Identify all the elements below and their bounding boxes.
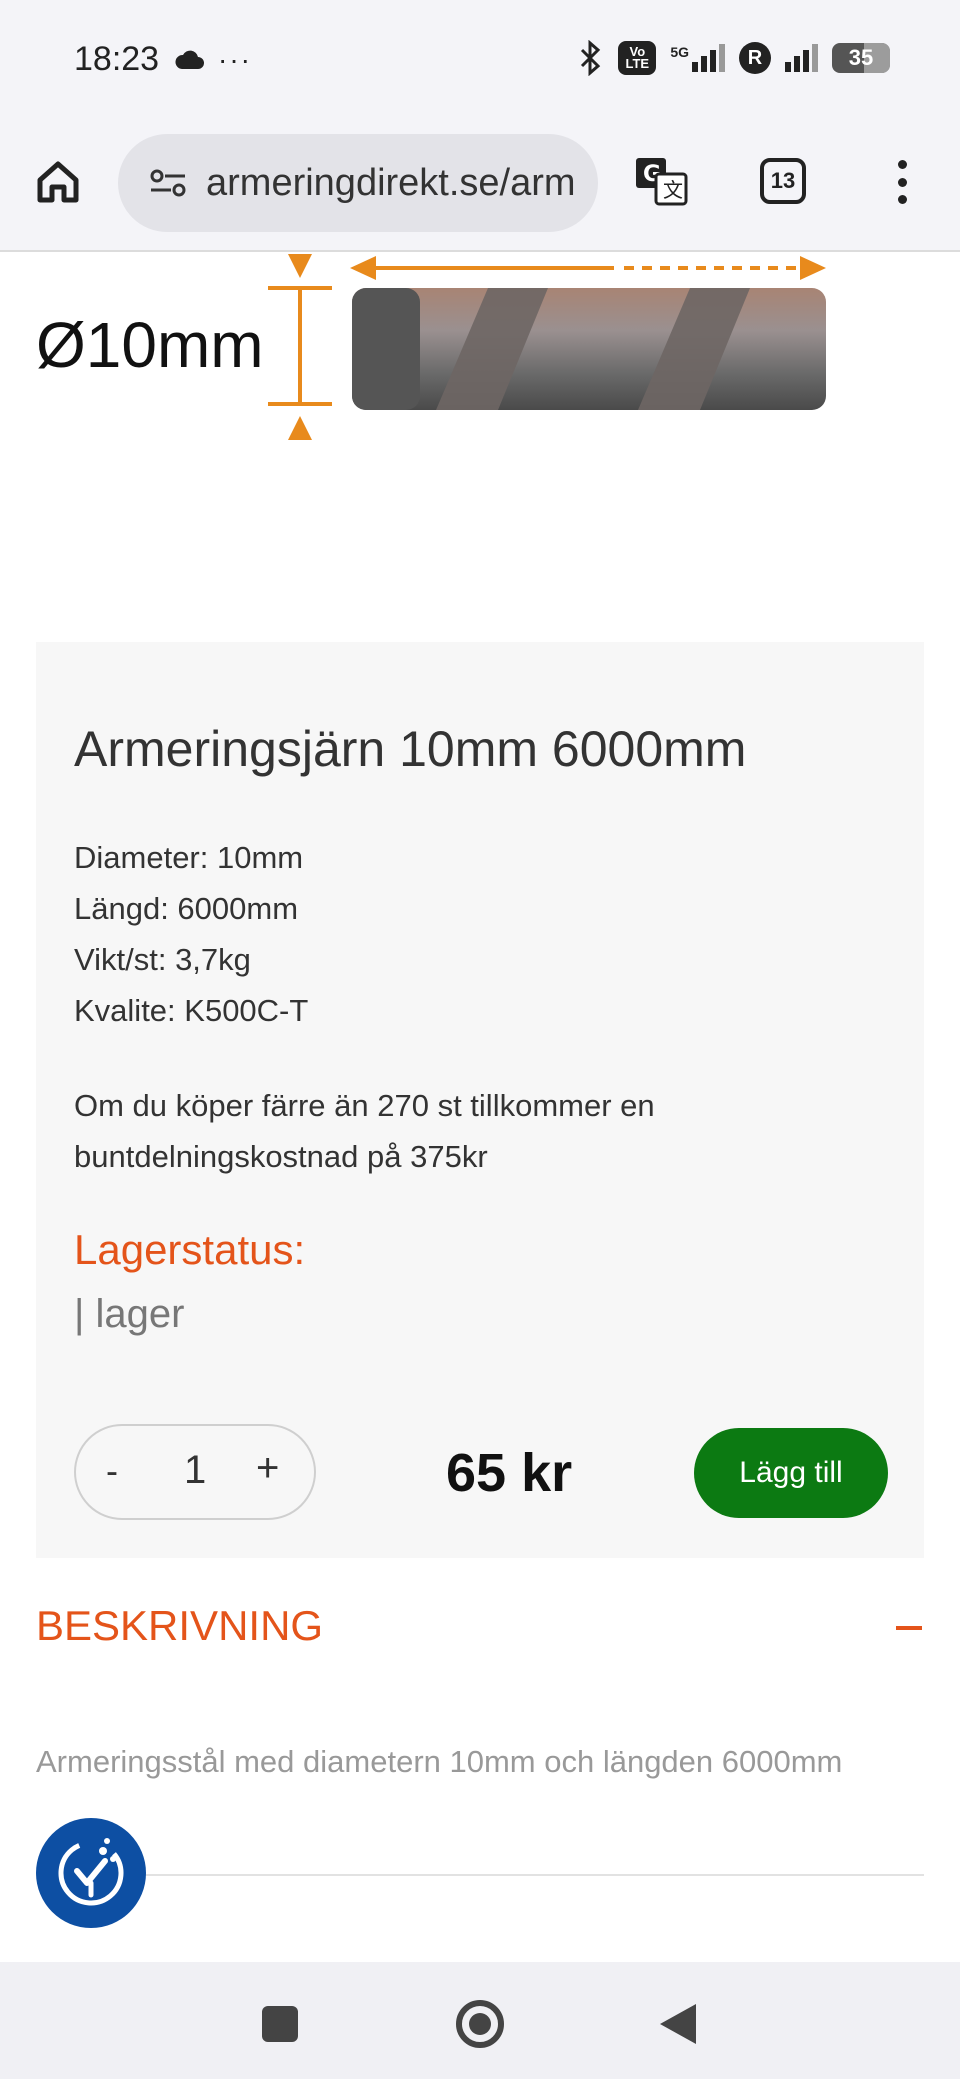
status-right-icons: Vo LTE 5G R 35 <box>578 40 890 76</box>
cookie-consent-icon <box>58 1838 124 1906</box>
product-specs: Diameter: 10mm Längd: 6000mm Vikt/st: 3,… <box>74 832 308 1036</box>
home-nav-button[interactable] <box>456 2000 504 2048</box>
network-type-label: 5G <box>670 44 689 60</box>
stock-label: Lagerstatus: <box>74 1226 306 1273</box>
translate-icon: G文 <box>636 158 688 206</box>
status-bar: 18:23 ··· Vo LTE 5G R 35 <box>0 0 960 122</box>
product-price: 65 kr <box>446 1443 573 1503</box>
tab-switcher-button[interactable]: 13 <box>760 158 806 204</box>
status-left-icons: ··· <box>174 44 252 76</box>
system-nav-bar <box>0 1962 960 2079</box>
divider <box>36 1874 924 1876</box>
signal-5g-icon: 5G <box>670 44 725 72</box>
bundle-note: Om du köper färre än 270 st tillkommer e… <box>74 1088 655 1174</box>
cookie-consent-button[interactable] <box>36 1818 146 1928</box>
spec-weight: Vikt/st: 3,7kg <box>74 942 251 977</box>
stock-value: | lager <box>74 1292 185 1336</box>
translate-button[interactable]: G文 <box>632 152 692 212</box>
diameter-label: Ø10mm <box>36 309 264 381</box>
home-button[interactable] <box>30 154 86 210</box>
bluetooth-icon <box>581 40 601 76</box>
back-button[interactable] <box>660 2004 696 2044</box>
spec-quality: Kvalite: K500C-T <box>74 993 309 1028</box>
volte-icon: Vo LTE <box>618 41 657 75</box>
site-settings-button[interactable] <box>148 163 188 203</box>
url-text[interactable]: armeringdirekt.se/arm <box>206 162 576 205</box>
description-text: Armeringsstål med diametern 10mm och län… <box>36 1744 843 1779</box>
address-bar[interactable]: armeringdirekt.se/arm <box>118 134 598 232</box>
roaming-icon: R <box>739 42 771 74</box>
battery-level: 35 <box>848 45 874 70</box>
quantity-increase-button[interactable]: + <box>256 1446 279 1491</box>
more-notifications-icon: ··· <box>218 44 252 75</box>
product-title: Armeringsjärn 10mm 6000mm <box>74 721 747 777</box>
svg-text:文: 文 <box>663 178 683 202</box>
collapse-icon[interactable] <box>896 1626 922 1630</box>
spec-length: Längd: 6000mm <box>74 891 299 926</box>
description-heading[interactable]: BESKRIVNING <box>36 1602 323 1650</box>
product-image: Ø10mm <box>0 252 960 452</box>
signal-icon <box>785 44 818 72</box>
battery-icon: 35 <box>832 43 890 73</box>
rebar-illustration <box>268 254 826 440</box>
quantity-stepper: - 1 + <box>74 1424 316 1520</box>
cloud-icon <box>175 50 204 69</box>
browser-toolbar: armeringdirekt.se/arm G文 13 <box>0 122 960 252</box>
add-to-cart-button[interactable]: Lägg till <box>694 1428 888 1518</box>
more-vert-icon[interactable] <box>884 152 920 212</box>
home-icon <box>37 161 79 203</box>
spec-diameter: Diameter: 10mm <box>74 840 304 875</box>
tune-icon <box>150 169 186 197</box>
product-card: Armeringsjärn 10mm 6000mm Diameter: 10mm… <box>36 642 924 1558</box>
quantity-decrease-button[interactable]: - <box>106 1450 118 1492</box>
recents-button[interactable] <box>262 2006 298 2042</box>
status-time: 18:23 <box>74 40 160 78</box>
quantity-input[interactable]: 1 <box>184 1448 206 1493</box>
